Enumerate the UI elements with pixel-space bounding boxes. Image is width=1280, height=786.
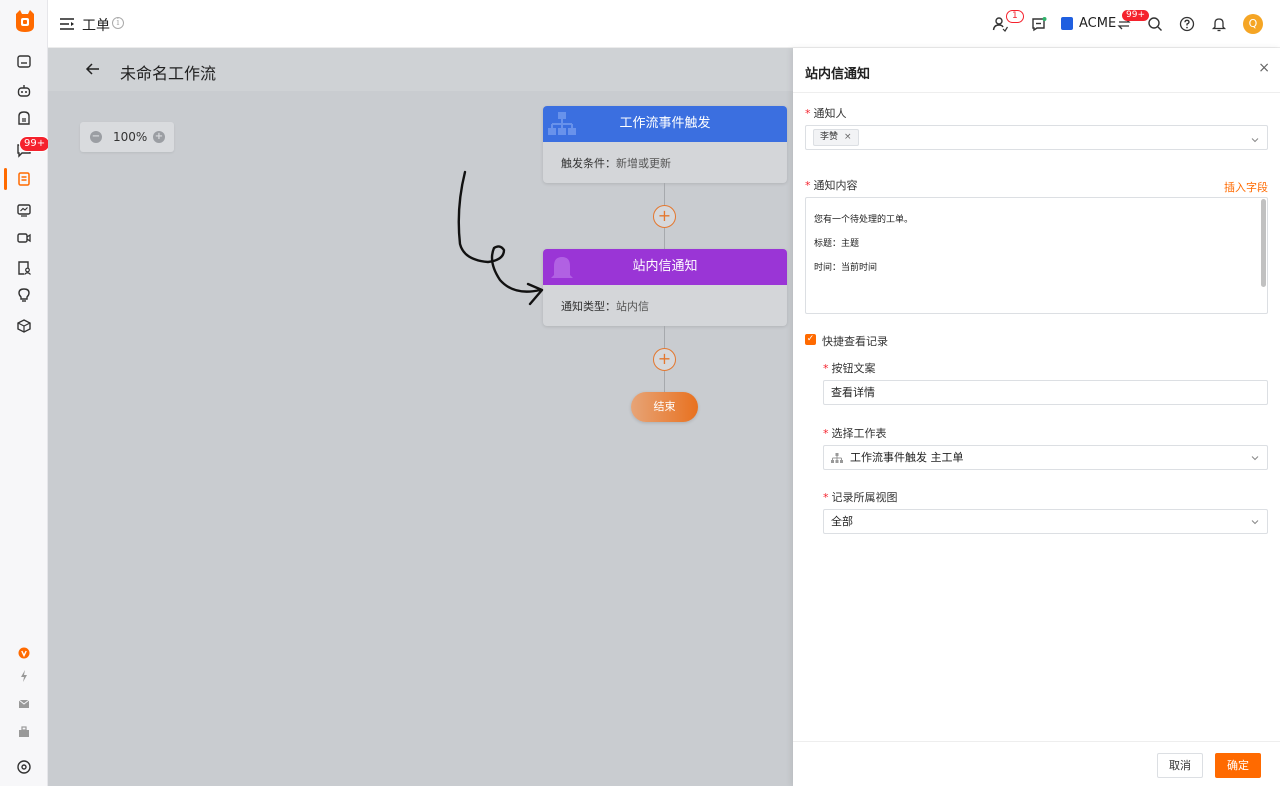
package-icon[interactable] (14, 316, 34, 336)
info-icon[interactable]: i (112, 17, 124, 29)
video-icon[interactable] (14, 228, 34, 248)
close-icon[interactable]: × (1258, 60, 1270, 76)
bell-icon[interactable] (1209, 14, 1229, 34)
chevron-down-icon (1251, 520, 1259, 525)
org-name[interactable]: ACME (1079, 16, 1116, 31)
divider (793, 741, 1280, 742)
message-badge: 99+ (19, 136, 51, 152)
chevron-down-icon (1251, 456, 1259, 461)
recipient-label: * 通知人 (805, 107, 847, 120)
scrollbar[interactable] (1261, 199, 1266, 287)
toolbox-icon[interactable] (14, 722, 34, 742)
view-value: 全部 (831, 515, 853, 528)
insert-field-link[interactable]: 插入字段 (1224, 179, 1268, 195)
search-icon[interactable] (1145, 14, 1165, 34)
menu-toggle-icon[interactable] (59, 16, 75, 32)
recipient-select[interactable]: 李赞 × (805, 125, 1268, 150)
app-logo-icon[interactable] (12, 8, 38, 34)
recipient-tag: 李赞 × (813, 129, 859, 146)
home-icon[interactable] (14, 51, 34, 71)
left-sidebar: 99+ (0, 0, 51, 786)
mail-icon[interactable] (14, 694, 34, 714)
hierarchy-icon (831, 453, 843, 463)
workflow-canvas[interactable]: 未命名工作流 − 100% + 工作流事件触发 触发条件：新增或更新 + 站内信… (48, 48, 793, 786)
monitor-icon[interactable] (14, 200, 34, 220)
remove-tag-icon[interactable]: × (844, 132, 852, 142)
chat-icon[interactable] (1029, 14, 1049, 34)
content-label: * 通知内容 (805, 179, 858, 192)
settings-icon[interactable] (14, 757, 34, 777)
content-line: 标题：主题 (814, 239, 860, 249)
notification-settings-panel: 站内信通知 × * 通知人 李赞 × * 通知内容 插入字段 您有一个待处理的工单。 … (793, 48, 1280, 786)
acme-brand-icon (1061, 17, 1073, 30)
content-editor[interactable]: 您有一个待处理的工单。 标题：主题 时间：当前时间 (805, 197, 1268, 314)
view-label: * 记录所属视图 (823, 491, 898, 504)
page-title: 工单 (82, 18, 110, 34)
worksheet-value: 工作流事件触发 主工单 (850, 451, 964, 464)
button-text-input[interactable]: 查看详情 (823, 380, 1268, 405)
view-select[interactable]: 全部 (823, 509, 1268, 534)
cancel-button[interactable]: 取消 (1157, 753, 1203, 778)
chevron-down-icon (1251, 138, 1259, 143)
quick-view-label: 快捷查看记录 (822, 335, 888, 348)
hand-drawn-arrow-annotation (457, 170, 544, 306)
contact-form-icon[interactable] (14, 258, 34, 278)
button-text-label: * 按钮文案 (823, 362, 876, 375)
top-header: 工单 i 1 ACME 99+ Q (48, 0, 1280, 48)
panel-title: 站内信通知 (805, 67, 871, 82)
inbox-icon[interactable] (14, 108, 34, 128)
user-avatar[interactable]: Q (1243, 14, 1263, 34)
worksheet-select[interactable]: 工作流事件触发 主工单 (823, 445, 1268, 470)
user-notify-badge: 1 (1006, 10, 1024, 23)
lightning-icon[interactable] (14, 666, 34, 686)
divider (793, 92, 1280, 93)
worksheet-label: * 选择工作表 (823, 427, 887, 440)
quick-view-checkbox[interactable]: ✓ (805, 334, 816, 345)
robot-icon[interactable] (14, 81, 34, 101)
content-line: 您有一个待处理的工单。 (814, 215, 914, 225)
content-line: 时间：当前时间 (814, 263, 878, 273)
vip-icon[interactable] (14, 643, 34, 663)
lightbulb-icon[interactable] (14, 285, 34, 305)
confirm-button[interactable]: 确定 (1215, 753, 1261, 778)
help-icon[interactable] (1177, 14, 1197, 34)
document-icon[interactable] (14, 169, 34, 189)
